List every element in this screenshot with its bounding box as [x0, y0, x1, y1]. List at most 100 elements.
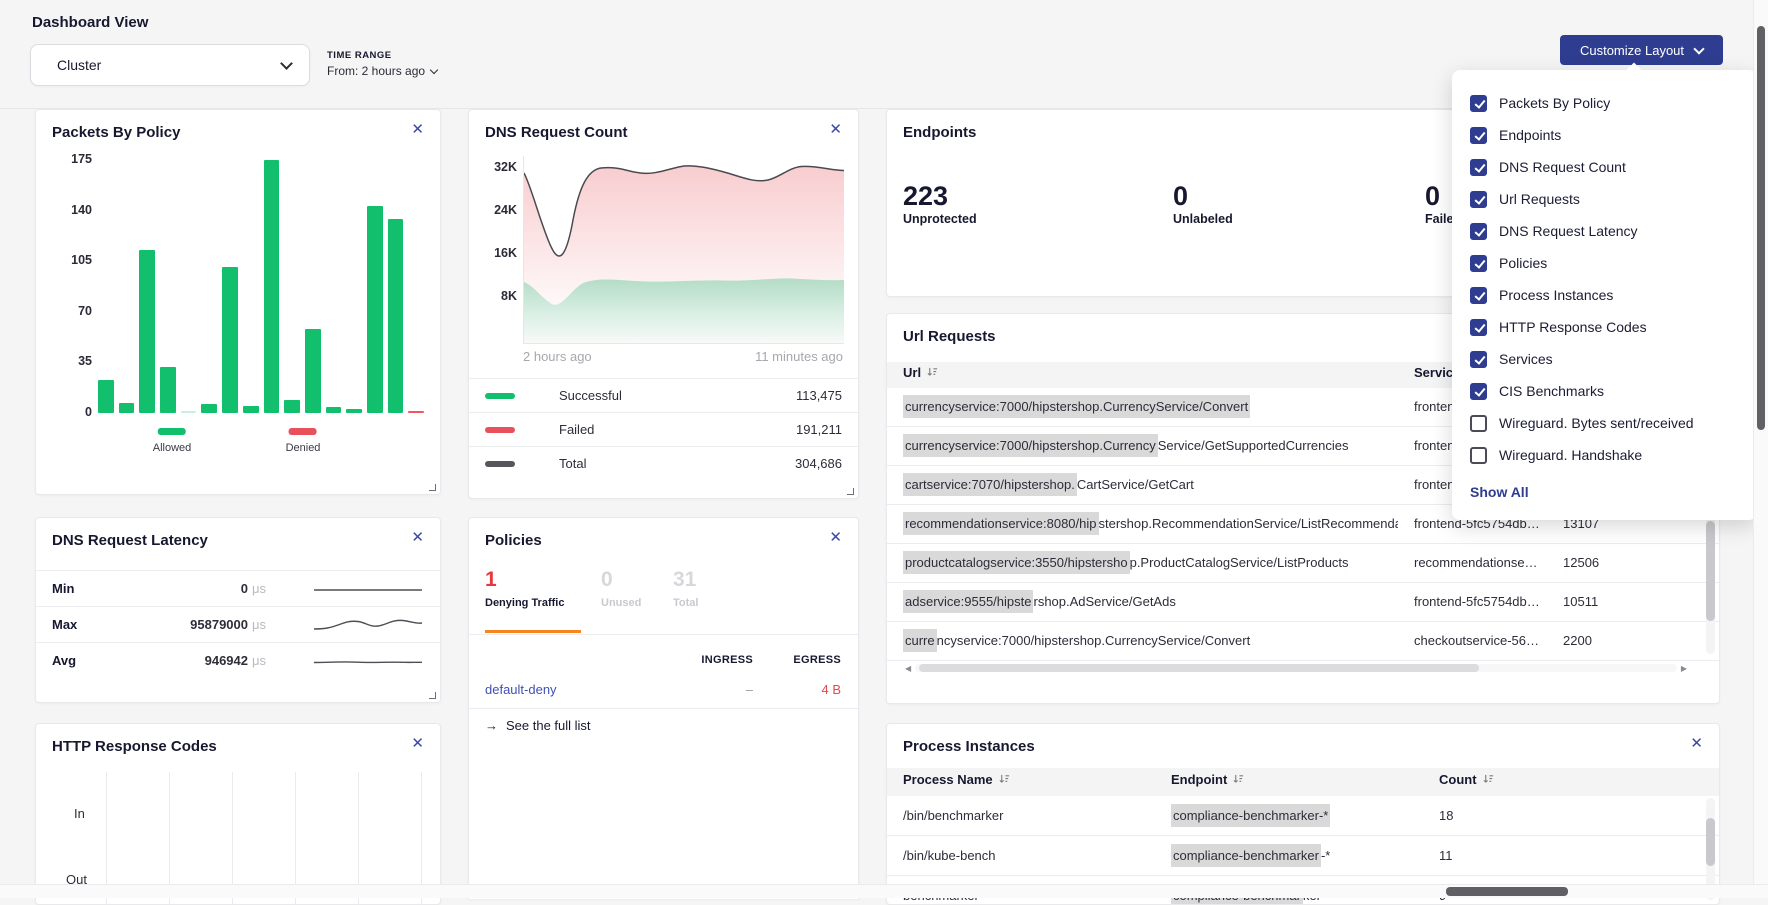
menu-item[interactable]: CIS Benchmarks — [1452, 375, 1757, 407]
bar-allowed — [222, 267, 238, 413]
scrollbar-thumb[interactable] — [1706, 521, 1715, 621]
menu-item[interactable]: Wireguard. Bytes sent/received — [1452, 407, 1757, 439]
url-rest: ncyservice:7000/hipstershop.CurrencyServ… — [937, 633, 1251, 648]
resize-handle-icon[interactable] — [847, 488, 854, 495]
latency-label: Avg — [52, 643, 76, 678]
sort-icon — [927, 367, 938, 378]
checkbox-checked-icon[interactable] — [1470, 351, 1487, 368]
stat-value: 31 — [673, 568, 698, 592]
x-label-left: 2 hours ago — [523, 349, 592, 364]
url-cell: currencyservice:7000/hipstershop.Currenc… — [903, 388, 1398, 426]
scrollbar-thumb[interactable] — [1446, 887, 1568, 896]
table-row[interactable]: /bin/benchmarkercompliance-benchmarker-*… — [887, 796, 1719, 836]
stat-value: 0 — [601, 568, 641, 592]
see-full-list-link[interactable]: → See the full list — [485, 718, 591, 733]
time-range-from[interactable]: From: 2 hours ago — [327, 64, 437, 78]
count-cell: 18 — [1439, 796, 1453, 835]
menu-item[interactable]: DNS Request Count — [1452, 151, 1757, 183]
card-process-instances: Process Instances ✕ Process Name Endpoin… — [886, 723, 1720, 905]
show-all-link[interactable]: Show All — [1470, 484, 1757, 500]
latency-value: 0μs — [126, 571, 266, 606]
menu-item[interactable]: HTTP Response Codes — [1452, 311, 1757, 343]
menu-item[interactable]: Policies — [1452, 247, 1757, 279]
y-tick-label: 16K — [471, 246, 517, 260]
page-title: Dashboard View — [32, 14, 148, 31]
legend-row: Successful113,475 — [469, 378, 858, 412]
menu-item[interactable]: Packets By Policy — [1452, 87, 1757, 119]
close-icon[interactable]: ✕ — [411, 529, 424, 547]
resize-handle-icon[interactable] — [429, 484, 436, 491]
checkbox-unchecked-icon[interactable] — [1470, 415, 1487, 432]
legend-value: 113,475 — [796, 388, 842, 403]
policy-link[interactable]: default-deny — [485, 682, 557, 697]
close-icon[interactable]: ✕ — [829, 121, 842, 139]
column-header-endpoint[interactable]: Endpoint — [1171, 772, 1244, 787]
page-horizontal-scrollbar[interactable] — [0, 884, 1768, 898]
legend-name: Total — [559, 456, 586, 471]
bar-allowed — [284, 400, 300, 413]
table-header: Process Name Endpoint Count — [887, 768, 1719, 796]
stat-total[interactable]: 31 Total — [673, 568, 698, 609]
table-row[interactable]: productcatalogservice:3550/hipstershop.P… — [887, 544, 1719, 583]
sort-icon — [1233, 774, 1244, 785]
checkbox-checked-icon[interactable] — [1470, 255, 1487, 272]
table-row[interactable]: currencyservice:7000/hipstershop.Currenc… — [887, 622, 1719, 661]
menu-item-label: Process Instances — [1499, 287, 1613, 303]
column-header-count[interactable]: Count — [1439, 772, 1494, 787]
y-tick-label: 32K — [471, 160, 517, 174]
checkbox-checked-icon[interactable] — [1470, 383, 1487, 400]
endpoint-cell: compliance-benchmarker-* — [1171, 836, 1330, 875]
column-header-process-name[interactable]: Process Name — [903, 772, 1010, 787]
y-tick-label: 105 — [46, 253, 92, 267]
menu-item[interactable]: Services — [1452, 343, 1757, 375]
bar-allowed — [201, 404, 217, 413]
menu-item[interactable]: Endpoints — [1452, 119, 1757, 151]
checkbox-checked-icon[interactable] — [1470, 287, 1487, 304]
card-http-response-codes: HTTP Response Codes ✕ In Out — [35, 723, 441, 905]
checkbox-checked-icon[interactable] — [1470, 319, 1487, 336]
time-range-label: TIME RANGE — [327, 50, 392, 61]
endpoint-cell: compliance-benchmarker-* — [1171, 796, 1330, 835]
url-highlight: currencyservice:7000/hipstershop.Currenc… — [903, 395, 1250, 418]
scroll-right-icon[interactable]: ▶ — [1677, 664, 1691, 673]
checkbox-checked-icon[interactable] — [1470, 223, 1487, 240]
checkbox-checked-icon[interactable] — [1470, 95, 1487, 112]
checkbox-checked-icon[interactable] — [1470, 127, 1487, 144]
close-icon[interactable]: ✕ — [829, 529, 842, 547]
page-vertical-scrollbar[interactable] — [1753, 0, 1768, 898]
scrollbar-thumb[interactable] — [1757, 26, 1765, 430]
scroll-left-icon[interactable]: ◀ — [901, 664, 915, 673]
menu-item[interactable]: DNS Request Latency — [1452, 215, 1757, 247]
close-icon[interactable]: ✕ — [1690, 735, 1703, 753]
close-icon[interactable]: ✕ — [411, 121, 424, 139]
scrollbar-track[interactable] — [915, 664, 1677, 672]
stat-denying-traffic[interactable]: 1 Denying Traffic — [485, 568, 564, 609]
checkbox-checked-icon[interactable] — [1470, 159, 1487, 176]
latency-unit: μs — [252, 581, 266, 596]
policy-row: default-deny – 4 B — [469, 674, 858, 709]
menu-item[interactable]: Url Requests — [1452, 183, 1757, 215]
scrollbar-thumb[interactable] — [1706, 818, 1715, 866]
close-icon[interactable]: ✕ — [411, 735, 424, 753]
table-horizontal-scrollbar[interactable]: ◀ ▶ — [901, 662, 1691, 674]
checkbox-checked-icon[interactable] — [1470, 191, 1487, 208]
scrollbar-thumb[interactable] — [919, 664, 1479, 672]
sparkline — [312, 648, 424, 679]
stat-label: Unprotected — [903, 212, 977, 226]
checkbox-unchecked-icon[interactable] — [1470, 447, 1487, 464]
table-row[interactable]: adservice:9555/hipstershop.AdService/Get… — [887, 583, 1719, 622]
stat-unused[interactable]: 0 Unused — [601, 568, 641, 609]
menu-item-label: Url Requests — [1499, 191, 1580, 207]
menu-item[interactable]: Wireguard. Handshake — [1452, 439, 1757, 471]
view-selector[interactable]: Cluster — [30, 44, 310, 86]
column-header-url[interactable]: Url — [903, 365, 938, 380]
url-cell: currencyservice:7000/hipstershop.Currenc… — [903, 622, 1398, 660]
table-row[interactable]: /bin/kube-benchcompliance-benchmarker-*1… — [887, 836, 1719, 876]
customize-layout-button[interactable]: Customize Layout — [1560, 35, 1723, 65]
url-rest: rshop.AdService/GetAds — [1033, 594, 1175, 609]
latency-row: Max95879000μs — [36, 606, 440, 642]
column-header-label: Process Name — [903, 772, 993, 787]
dns-legend: Successful113,475Failed191,211Total304,6… — [469, 378, 858, 480]
resize-handle-icon[interactable] — [429, 692, 436, 699]
menu-item[interactable]: Process Instances — [1452, 279, 1757, 311]
